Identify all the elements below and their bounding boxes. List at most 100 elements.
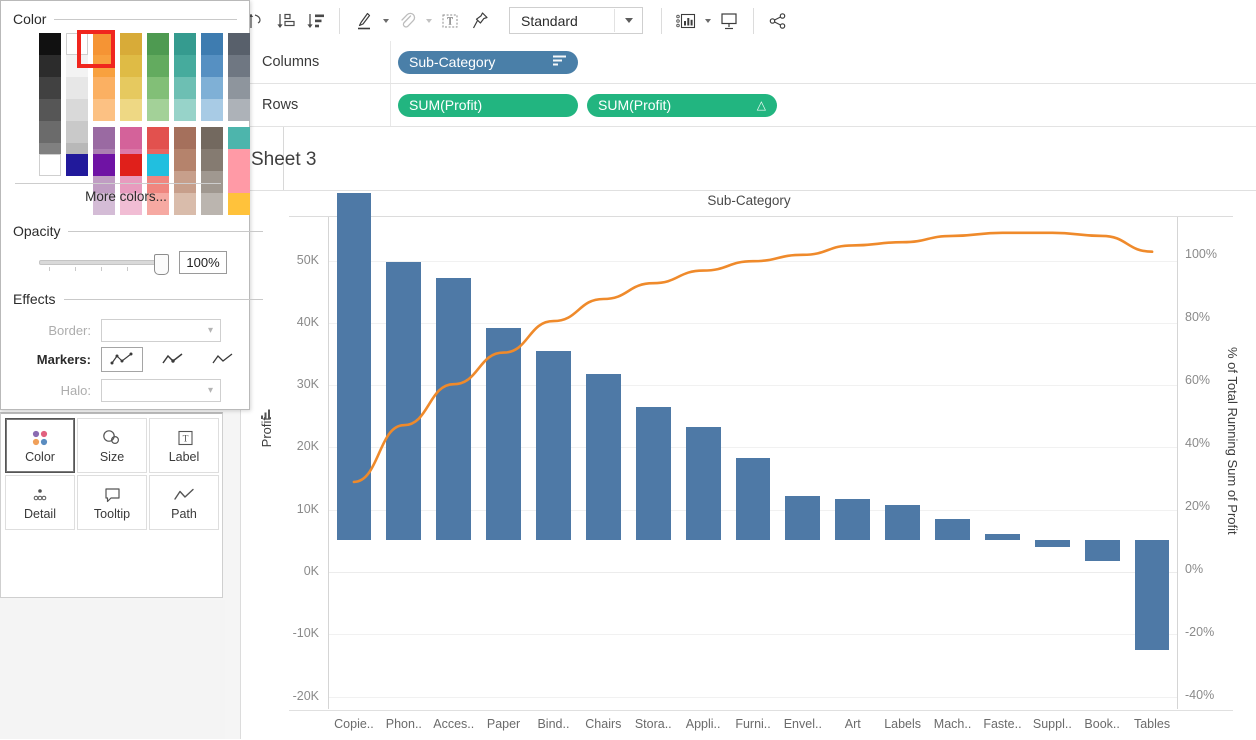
chevron-down-icon: ▾ bbox=[208, 385, 213, 396]
pin-icon bbox=[471, 11, 489, 31]
running-total-line[interactable] bbox=[329, 217, 1177, 709]
x-axis-label-supplies[interactable]: Suppl.. bbox=[1027, 717, 1077, 731]
pin-button[interactable] bbox=[465, 7, 495, 35]
axis-sort-icon[interactable] bbox=[261, 409, 272, 422]
x-axis-label-copiers[interactable]: Copie.. bbox=[329, 717, 379, 731]
marker-all-button[interactable] bbox=[101, 347, 143, 372]
path-line-icon bbox=[171, 485, 197, 505]
attach-dropdown[interactable] bbox=[422, 7, 435, 35]
swatch-col-teal[interactable] bbox=[174, 33, 196, 215]
show-me-button[interactable] bbox=[671, 7, 701, 35]
x-axis-label-storage[interactable]: Stora.. bbox=[628, 717, 678, 731]
x-axis-label-accessories[interactable]: Acces.. bbox=[429, 717, 479, 731]
column-header-title: Sub-Category bbox=[241, 193, 1256, 208]
more-colors-button[interactable]: More colors... bbox=[1, 189, 251, 204]
left-panel-blank-area bbox=[0, 600, 225, 739]
marks-tooltip-button[interactable]: Tooltip bbox=[77, 475, 147, 530]
x-axis-label-art[interactable]: Art bbox=[828, 717, 878, 731]
chevron-down-icon[interactable] bbox=[614, 9, 642, 32]
swatch-col-white-light[interactable] bbox=[66, 33, 88, 215]
swatch-col-gray-dark[interactable] bbox=[39, 33, 61, 215]
fit-selector[interactable]: Standard bbox=[509, 7, 643, 34]
opacity-value-field[interactable]: 100% bbox=[179, 251, 227, 274]
left-axis-tick: 0K bbox=[255, 564, 319, 578]
swatch-purple[interactable] bbox=[93, 154, 115, 176]
x-axis-label-appliances[interactable]: Appli.. bbox=[678, 717, 728, 731]
divider bbox=[753, 8, 754, 34]
swatch-col-green[interactable] bbox=[147, 33, 169, 215]
toolbar-sort-group bbox=[240, 0, 330, 41]
slider-tick bbox=[127, 267, 128, 271]
marks-detail-button[interactable]: Detail bbox=[5, 475, 75, 530]
x-axis-label-paper[interactable]: Paper bbox=[479, 717, 529, 731]
x-axis-label-machines[interactable]: Mach.. bbox=[928, 717, 978, 731]
right-axis-tick: -40% bbox=[1185, 688, 1249, 702]
tooltip-bubble-icon bbox=[101, 485, 123, 505]
slider-tick bbox=[49, 267, 50, 271]
left-axis-tick: 20K bbox=[255, 439, 319, 453]
marks-size-button[interactable]: Size bbox=[77, 418, 147, 473]
x-axis-label-furnishings[interactable]: Furni.. bbox=[728, 717, 778, 731]
x-axis-label-binders[interactable]: Bind.. bbox=[529, 717, 579, 731]
marks-card: Color Size T Label Detail bbox=[0, 412, 223, 598]
swatch-col-orange[interactable] bbox=[93, 33, 115, 215]
color-swatch-grid bbox=[39, 33, 250, 215]
worksheet: Sheet 3 Sub-Category Profit % of Total R… bbox=[240, 127, 1256, 739]
toolbar-view-group bbox=[671, 0, 744, 41]
swatch-navy[interactable] bbox=[66, 154, 88, 176]
swatch-white[interactable] bbox=[39, 154, 61, 176]
divider bbox=[390, 84, 391, 126]
text-box-icon: T bbox=[440, 12, 460, 30]
share-button[interactable] bbox=[763, 7, 793, 35]
x-axis-label-bookcases[interactable]: Book.. bbox=[1077, 717, 1127, 731]
show-me-dropdown[interactable] bbox=[701, 7, 714, 35]
marker-none-button[interactable] bbox=[203, 348, 243, 371]
swatch-col-slate[interactable] bbox=[228, 33, 250, 215]
left-axis-tick: -10K bbox=[255, 626, 319, 640]
label-t-icon: T bbox=[173, 428, 195, 448]
highlight-dropdown[interactable] bbox=[379, 7, 392, 35]
delta-icon: △ bbox=[757, 98, 766, 112]
marks-color-button[interactable]: Color bbox=[5, 418, 75, 473]
marks-path-button[interactable]: Path bbox=[149, 475, 219, 530]
pill-sum-profit-2-text: SUM(Profit) bbox=[598, 97, 671, 113]
detail-dots-icon bbox=[29, 485, 51, 505]
sort-ascending-button[interactable] bbox=[270, 7, 300, 35]
highlight-button[interactable] bbox=[349, 7, 379, 35]
x-axis-label-fasteners[interactable]: Faste.. bbox=[978, 717, 1028, 731]
markers-row: Markers: bbox=[29, 347, 243, 372]
right-axis-line bbox=[1177, 217, 1178, 709]
opacity-slider[interactable] bbox=[39, 254, 165, 272]
text-box-button[interactable]: T bbox=[435, 7, 465, 35]
x-axis-label-tables[interactable]: Tables bbox=[1127, 717, 1177, 731]
pill-sum-profit-1[interactable]: SUM(Profit) bbox=[398, 94, 578, 117]
swatch-cyan[interactable] bbox=[147, 154, 169, 176]
pill-sub-category[interactable]: Sub-Category bbox=[398, 51, 578, 74]
marker-selected-button[interactable] bbox=[153, 348, 193, 371]
swatch-col-gold[interactable] bbox=[120, 33, 142, 215]
toolbar: T Standard bbox=[240, 0, 1256, 42]
right-axis-tick: 40% bbox=[1185, 436, 1249, 450]
opacity-slider-knob[interactable] bbox=[154, 254, 169, 275]
x-axis-label-envelopes[interactable]: Envel.. bbox=[778, 717, 828, 731]
x-axis-label-chairs[interactable]: Chairs bbox=[578, 717, 628, 731]
presentation-button[interactable] bbox=[714, 7, 744, 35]
marks-label-label: Label bbox=[169, 451, 200, 464]
sort-descending-button[interactable] bbox=[300, 7, 330, 35]
rows-shelf[interactable]: Rows SUM(Profit) SUM(Profit) △ bbox=[240, 84, 1256, 127]
swatch-col-blue[interactable] bbox=[201, 33, 223, 215]
halo-select[interactable]: ▾ bbox=[101, 379, 221, 402]
divider bbox=[661, 8, 662, 34]
marks-color-label: Color bbox=[25, 451, 55, 464]
left-axis-tick: 50K bbox=[255, 253, 319, 267]
swatch-red[interactable] bbox=[120, 154, 142, 176]
attach-button[interactable] bbox=[392, 7, 422, 35]
pill-sum-profit-1-text: SUM(Profit) bbox=[409, 97, 482, 113]
border-select[interactable]: ▾ bbox=[101, 319, 221, 342]
x-axis-label-labels[interactable]: Labels bbox=[878, 717, 928, 731]
pill-sum-profit-2[interactable]: SUM(Profit) △ bbox=[587, 94, 777, 117]
marks-path-label: Path bbox=[171, 508, 197, 521]
columns-shelf[interactable]: Columns Sub-Category bbox=[240, 41, 1256, 84]
x-axis-label-phones[interactable]: Phon.. bbox=[379, 717, 429, 731]
marks-label-button[interactable]: T Label bbox=[149, 418, 219, 473]
